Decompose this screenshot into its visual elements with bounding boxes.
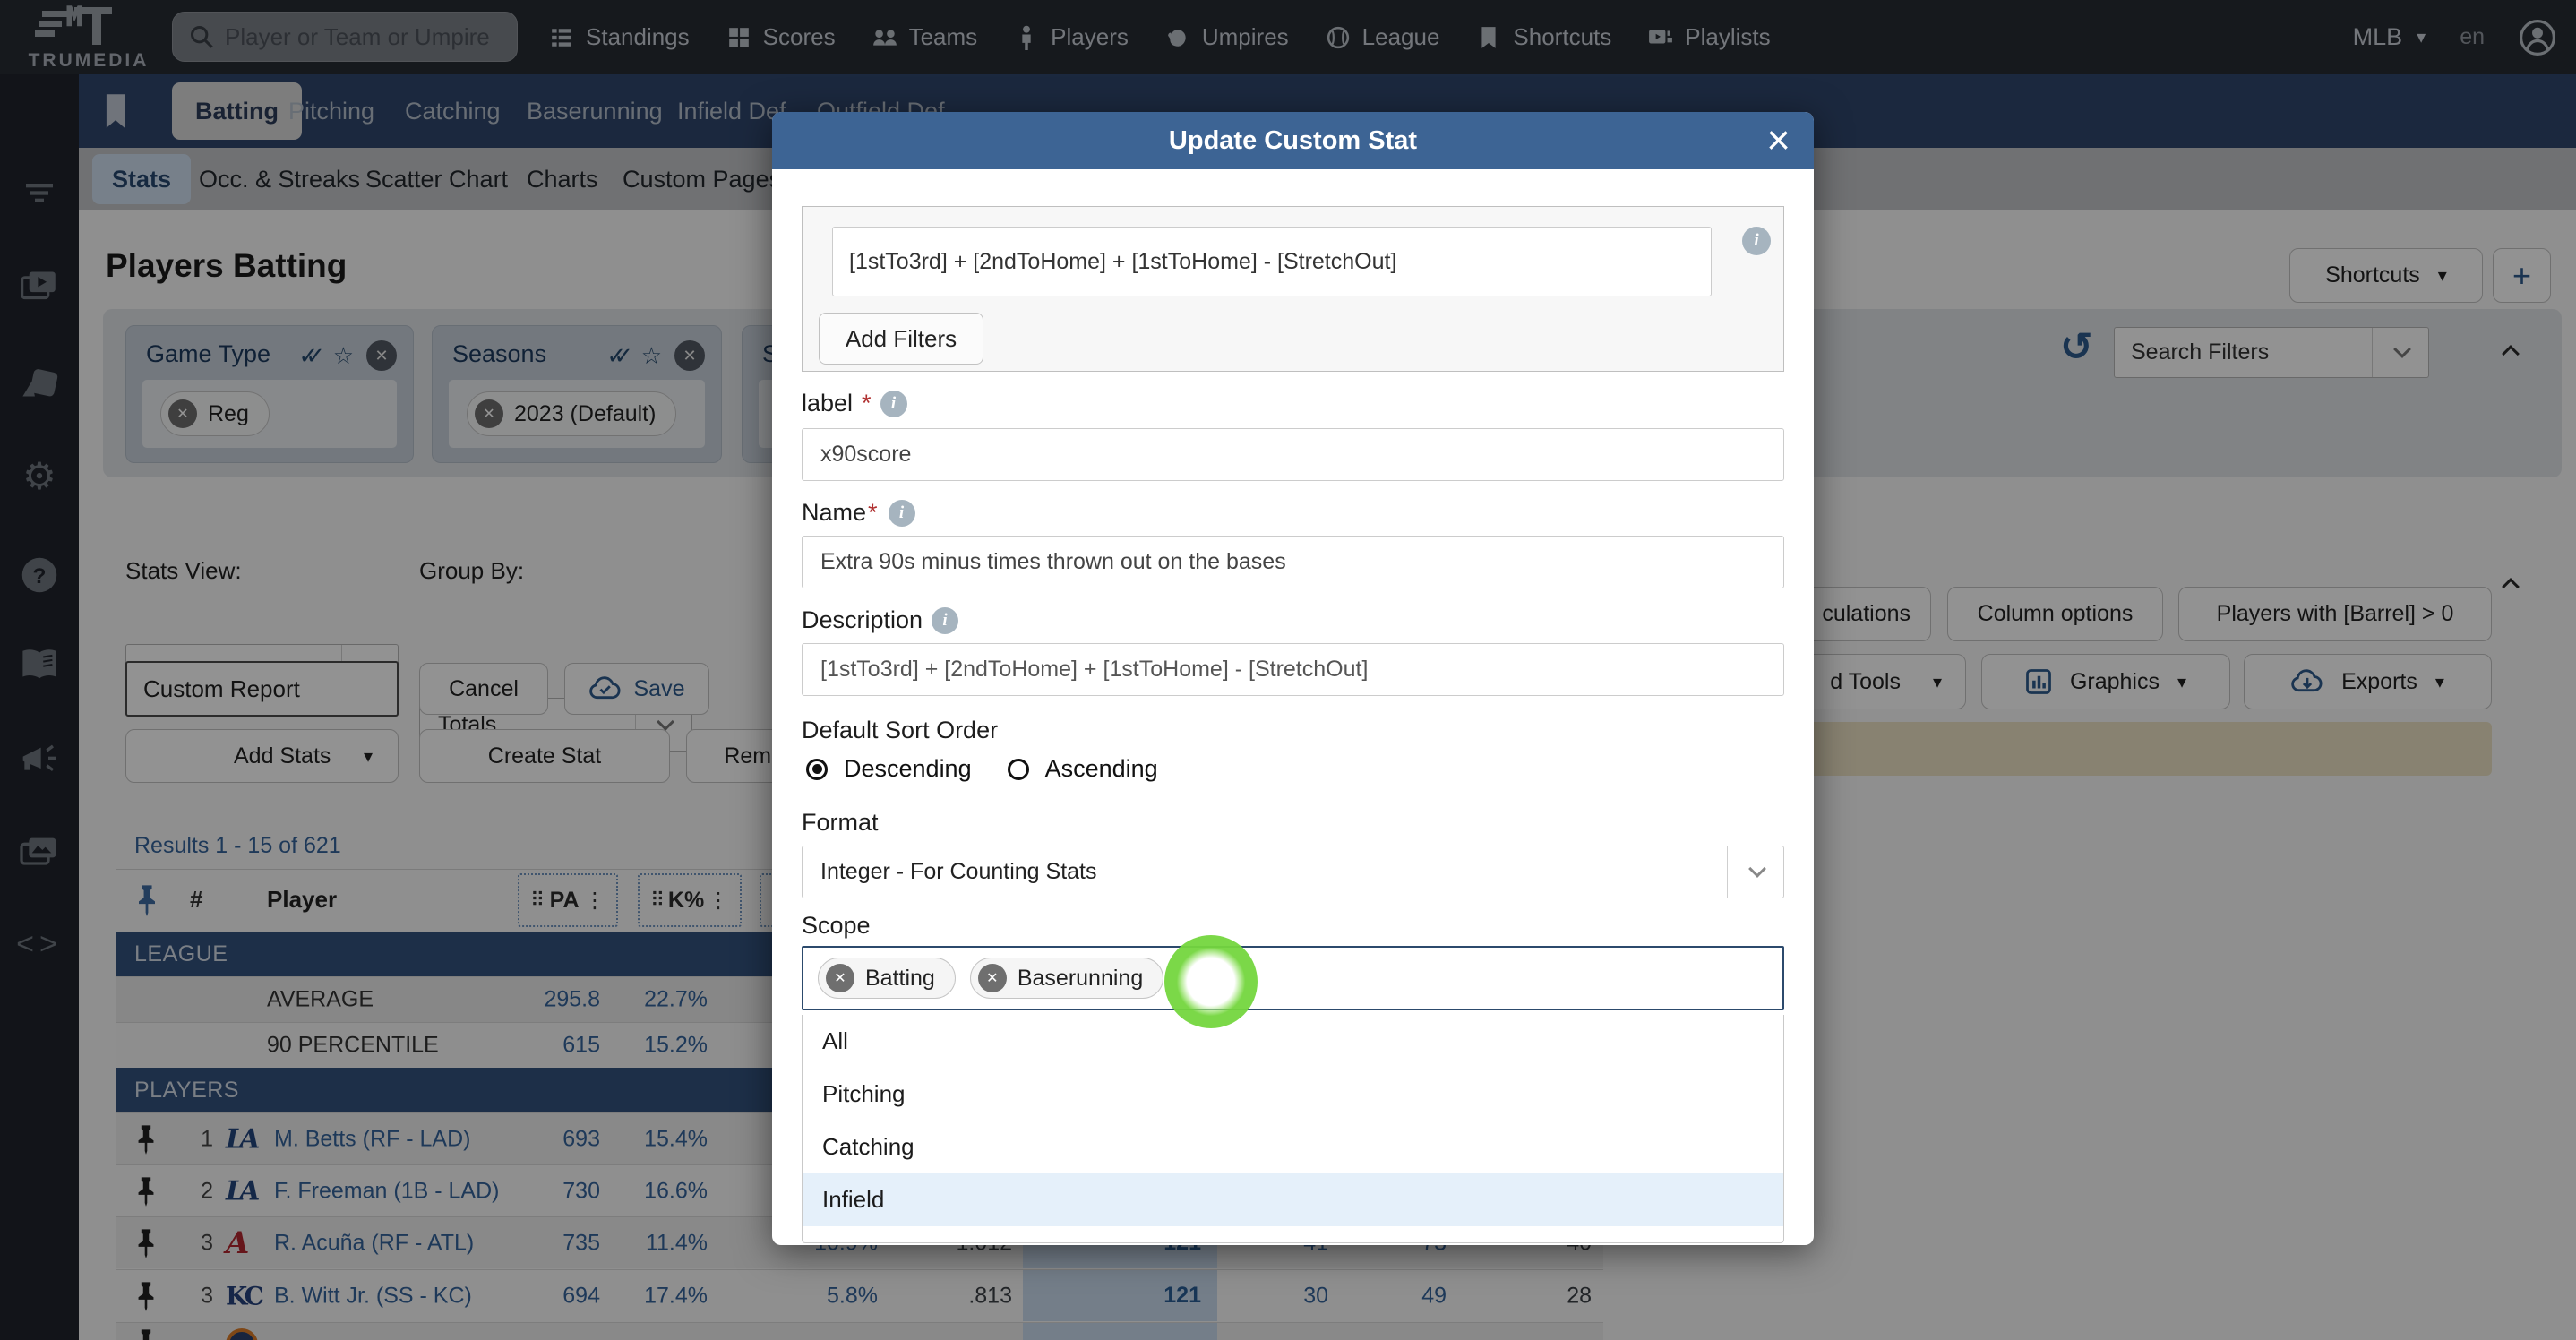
description-field-label: Description i [802, 606, 959, 634]
chevron-down-icon [1748, 860, 1766, 878]
name-input[interactable]: Extra 90s minus times thrown out on the … [802, 536, 1784, 588]
info-icon[interactable]: i [880, 390, 907, 417]
name-field-label: Name * i [802, 499, 915, 527]
info-icon[interactable]: i [888, 499, 915, 527]
radio-descending-label: Descending [844, 755, 972, 782]
sort-order-label: Default Sort Order [802, 717, 999, 743]
chip-remove-icon[interactable]: ✕ [977, 964, 1007, 992]
modal-header: Update Custom Stat × [772, 112, 1814, 169]
add-filters-button[interactable]: Add Filters [819, 313, 983, 365]
app-page: TRUMEDIA Standings Scores Teams Players [0, 0, 2576, 1340]
scope-option-infield[interactable]: Infield [803, 1173, 1783, 1226]
click-indicator [1164, 935, 1258, 1028]
info-icon[interactable]: i [932, 606, 959, 634]
scope-option-catching[interactable]: Catching [803, 1121, 1783, 1173]
description-input[interactable]: [1stTo3rd] + [2ndToHome] + [1stToHome] -… [802, 643, 1784, 696]
update-custom-stat-modal: Update Custom Stat × [1stTo3rd] + [2ndTo… [772, 112, 1814, 1245]
scope-chip-baserunning[interactable]: ✕ Baserunning [969, 958, 1164, 999]
format-label: Format [802, 809, 879, 836]
scope-option-pitching[interactable]: Pitching [803, 1068, 1783, 1121]
radio-descending[interactable] [806, 758, 828, 780]
label-field-label: label * i [802, 390, 907, 417]
scope-label: Scope [802, 912, 871, 939]
scope-dropdown: All Pitching Catching Infield [802, 1015, 1784, 1243]
radio-ascending[interactable] [1007, 758, 1029, 780]
formula-section: [1stTo3rd] + [2ndToHome] + [1stToHome] -… [802, 206, 1784, 372]
modal-title: Update Custom Stat [1168, 125, 1418, 155]
required-asterisk: * [868, 499, 878, 526]
info-icon[interactable]: i [1742, 227, 1771, 255]
format-select[interactable]: Integer - For Counting Stats [802, 846, 1784, 898]
label-input[interactable]: x90score [802, 428, 1784, 481]
scope-chip-batting[interactable]: ✕ Batting [818, 958, 956, 999]
scope-option-all[interactable]: All [803, 1015, 1783, 1068]
sort-order-radios: Descending Ascending [806, 755, 1158, 783]
formula-input[interactable]: [1stTo3rd] + [2ndToHome] + [1stToHome] -… [832, 227, 1712, 296]
close-icon[interactable]: × [1766, 119, 1790, 160]
radio-ascending-label: Ascending [1044, 755, 1158, 782]
required-asterisk: * [862, 390, 872, 417]
chip-remove-icon[interactable]: ✕ [826, 964, 854, 992]
scope-multiselect[interactable]: ✕ Batting ✕ Baserunning [802, 946, 1784, 1010]
